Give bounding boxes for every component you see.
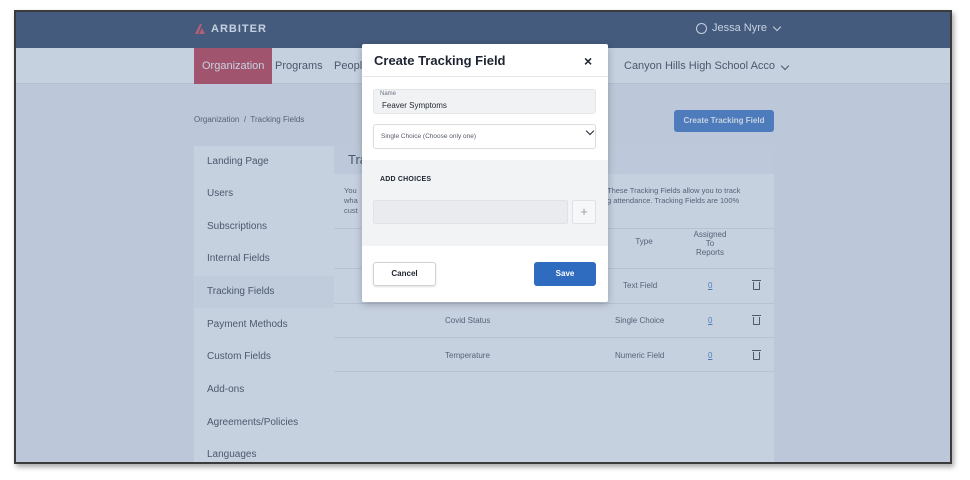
- save-button[interactable]: Save: [534, 262, 596, 286]
- name-label: Name: [380, 91, 397, 97]
- name-field[interactable]: Name Feaver Symptoms: [373, 89, 596, 114]
- add-choices-panel: ADD CHOICES +: [362, 160, 608, 246]
- name-value: Feaver Symptoms: [382, 101, 447, 110]
- add-choice-button[interactable]: +: [572, 200, 596, 224]
- field-type-value: Single Choice (Choose only one): [381, 133, 477, 140]
- dialog-divider: [362, 76, 608, 77]
- dialog-title: Create Tracking Field: [374, 53, 506, 68]
- cancel-button[interactable]: Cancel: [373, 262, 436, 286]
- add-choices-heading: ADD CHOICES: [380, 176, 432, 183]
- create-tracking-field-dialog: Create Tracking Field × Name Feaver Symp…: [362, 44, 608, 302]
- choice-input[interactable]: [373, 200, 568, 224]
- app-window: ARBITER Jessa Nyre Organization Programs…: [14, 10, 952, 464]
- chevron-down-icon: [585, 126, 595, 136]
- close-icon[interactable]: ×: [584, 53, 592, 69]
- field-type-select[interactable]: Single Choice (Choose only one): [373, 124, 596, 149]
